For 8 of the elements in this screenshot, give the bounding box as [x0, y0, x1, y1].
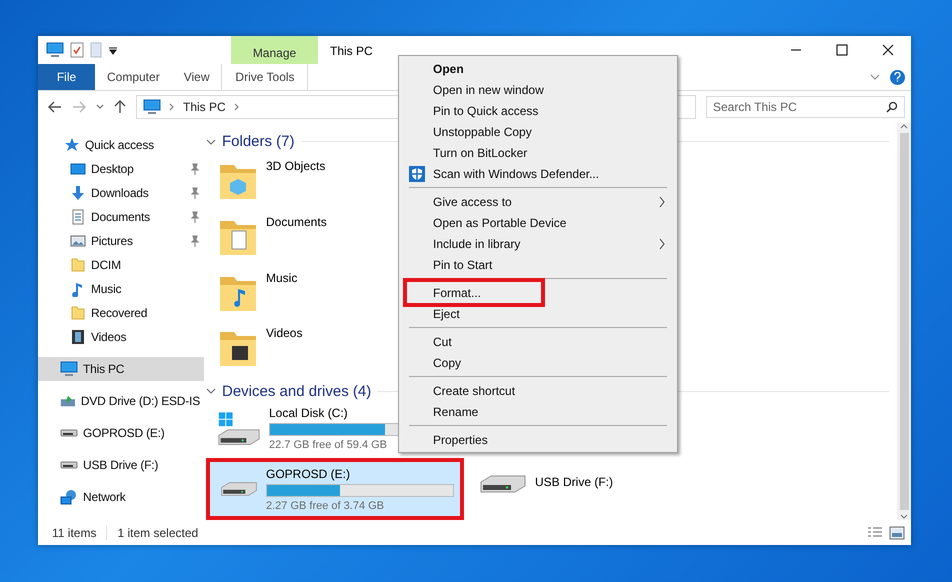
drive-name: USB Drive (F:) [535, 475, 613, 489]
free-space-text: 2.27 GB free of 3.74 GB [266, 500, 384, 512]
item-count: 11 items [52, 526, 98, 540]
window-title: This PC [329, 43, 374, 60]
free-space-text: 22.7 GB free of 59.4 GB [269, 438, 388, 450]
drive-name: GOPROSD (E:) [266, 466, 350, 480]
drive-name: Local Disk (C:) [269, 406, 348, 420]
selection-count: 1 item selected [117, 526, 200, 540]
